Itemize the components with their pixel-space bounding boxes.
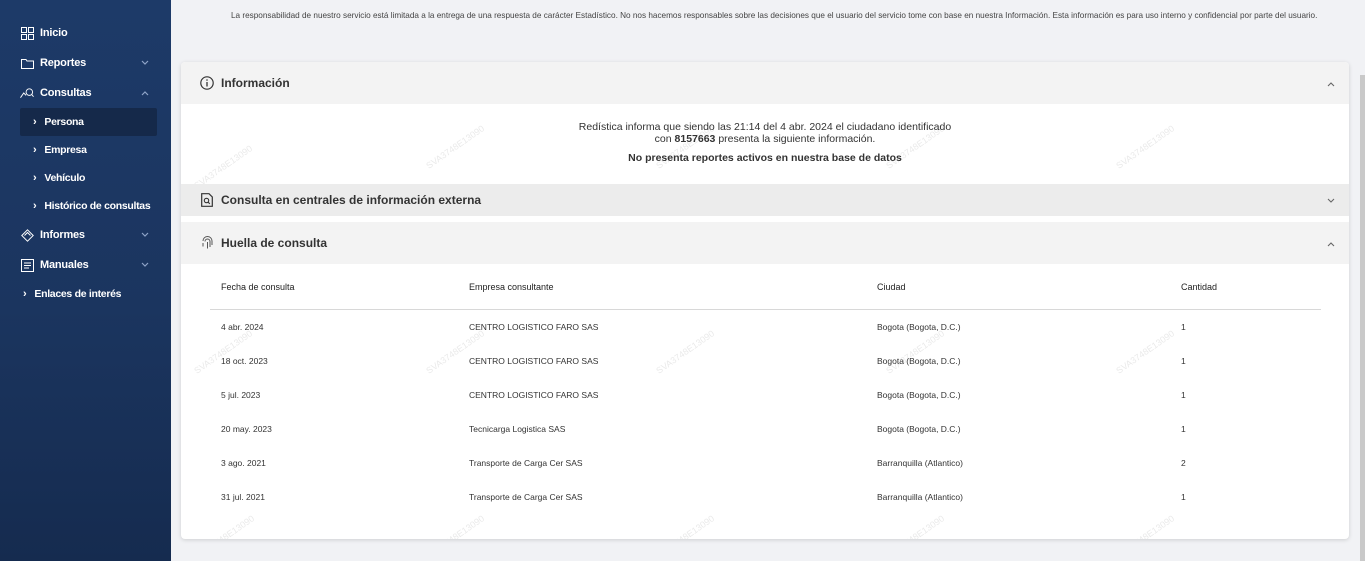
chevron-down-icon xyxy=(141,57,149,69)
sidebar-item-consultas[interactable]: Consultas xyxy=(0,78,171,108)
watermark: SVA3748E13090 xyxy=(654,513,717,539)
cell-empresa: CENTRO LOGISTICO FARO SAS xyxy=(469,356,599,366)
sidebar-item-informes[interactable]: Informes xyxy=(0,220,171,250)
table-row: 4 abr. 2024 CENTRO LOGISTICO FARO SAS Bo… xyxy=(210,310,1321,344)
sidebar-item-manuales[interactable]: Manuales xyxy=(0,250,171,280)
cell-cantidad: 1 xyxy=(1181,322,1186,332)
disclaimer-text: La responsabilidad de nuestro servicio e… xyxy=(231,11,1318,20)
sidebar-item-label: Reportes xyxy=(40,57,87,69)
column-header: Ciudad xyxy=(877,281,906,292)
chevron-up-icon[interactable] xyxy=(1327,236,1335,250)
sidebar-item-label: Inicio xyxy=(40,27,68,39)
sidebar-item-enlaces[interactable]: › Enlaces de interés xyxy=(0,280,171,308)
chevron-right-icon: › xyxy=(33,172,37,184)
sidebar-subitem-label: Histórico de consultas xyxy=(44,200,151,212)
huella-table: Fecha de consulta Empresa consultante Ci… xyxy=(210,264,1321,514)
info-section-body: Redística informa que siendo las 21:14 d… xyxy=(181,104,1349,184)
citizen-id: 8157663 xyxy=(674,133,716,145)
chevron-right-icon: › xyxy=(33,200,37,212)
cell-ciudad: Barranquilla (Atlantico) xyxy=(877,492,963,502)
sidebar-subitem-vehiculo[interactable]: › Vehículo xyxy=(0,164,171,192)
sidebar-item-label: Manuales xyxy=(40,259,89,271)
cell-empresa: Tecnicarga Logistica SAS xyxy=(469,424,566,434)
sidebar-subitem-historico[interactable]: › Histórico de consultas xyxy=(0,192,171,220)
cell-fecha: 5 jul. 2023 xyxy=(221,390,261,400)
cell-fecha: 18 oct. 2023 xyxy=(221,356,268,366)
sidebar-item-label: Consultas xyxy=(40,87,92,99)
table-header: Fecha de consulta Empresa consultante Ci… xyxy=(210,264,1321,310)
column-header: Fecha de consulta xyxy=(221,281,295,292)
cell-ciudad: Bogota (Bogota, D.C.) xyxy=(877,390,961,400)
sidebar-subitem-label: Empresa xyxy=(44,144,87,156)
cell-ciudad: Bogota (Bogota, D.C.) xyxy=(877,356,961,366)
huella-section-header[interactable]: Huella de consulta xyxy=(181,222,1349,264)
document-search-icon xyxy=(199,192,215,208)
table-row: 20 may. 2023 Tecnicarga Logistica SAS Bo… xyxy=(210,412,1321,446)
cell-fecha: 20 may. 2023 xyxy=(221,424,272,434)
chevron-down-icon xyxy=(141,259,149,271)
chevron-down-icon[interactable] xyxy=(1327,193,1335,207)
info-line-2-pre: con xyxy=(654,133,675,145)
sidebar-subitem-label: Vehículo xyxy=(44,172,86,184)
chevron-right-icon: › xyxy=(33,144,37,156)
cell-empresa: Transporte de Carga Cer SAS xyxy=(469,492,583,502)
sidebar-item-reportes[interactable]: Reportes xyxy=(0,48,171,78)
cell-empresa: Transporte de Carga Cer SAS xyxy=(469,458,583,468)
info-line-2: con 8157663 presenta la siguiente inform… xyxy=(181,133,1349,145)
chevron-up-icon[interactable] xyxy=(1327,76,1335,90)
cell-cantidad: 1 xyxy=(1181,492,1186,502)
info-status: No presenta reportes activos en nuestra … xyxy=(628,152,902,164)
column-header: Empresa consultante xyxy=(469,281,554,292)
cell-ciudad: Barranquilla (Atlantico) xyxy=(877,458,963,468)
grid-icon xyxy=(20,26,34,40)
sidebar-subitem-persona[interactable]: › Persona xyxy=(20,108,157,136)
sidebar-subitem-empresa[interactable]: › Empresa xyxy=(0,136,171,164)
folder-icon xyxy=(20,56,34,70)
cell-fecha: 4 abr. 2024 xyxy=(221,322,264,332)
results-card: SVA3748E13090 SVA3748E13090 SVA3748E1309… xyxy=(181,62,1349,539)
external-section-header[interactable]: Consulta en centrales de información ext… xyxy=(181,184,1349,216)
main-content: La responsabilidad de nuestro servicio e… xyxy=(171,0,1365,561)
watermark: SVA3748E13090 xyxy=(884,513,947,539)
cell-cantidad: 2 xyxy=(1181,458,1186,468)
external-section-title: Consulta en centrales de información ext… xyxy=(221,193,482,207)
cell-fecha: 31 jul. 2021 xyxy=(221,492,265,502)
chevron-right-icon: › xyxy=(23,288,27,300)
cell-cantidad: 1 xyxy=(1181,356,1186,366)
sidebar-subitem-label: Persona xyxy=(44,116,84,128)
cell-cantidad: 1 xyxy=(1181,424,1186,434)
watermark: SVA3748E13090 xyxy=(424,513,487,539)
diamond-icon xyxy=(20,228,34,242)
fingerprint-icon xyxy=(199,235,215,251)
cell-cantidad: 1 xyxy=(1181,390,1186,400)
table-row: 5 jul. 2023 CENTRO LOGISTICO FARO SAS Bo… xyxy=(210,378,1321,412)
huella-section-title: Huella de consulta xyxy=(221,236,328,250)
info-section-title: Información xyxy=(221,76,290,90)
table-row: 18 oct. 2023 CENTRO LOGISTICO FARO SAS B… xyxy=(210,344,1321,378)
sidebar-item-label: Enlaces de interés xyxy=(34,288,122,300)
info-icon xyxy=(199,75,215,91)
table-row: 3 ago. 2021 Transporte de Carga Cer SAS … xyxy=(210,446,1321,480)
watermark: SVA3748E13090 xyxy=(194,513,257,539)
table-row: 31 jul. 2021 Transporte de Carga Cer SAS… xyxy=(210,480,1321,514)
sidebar-item-inicio[interactable]: Inicio xyxy=(0,18,171,48)
cell-fecha: 3 ago. 2021 xyxy=(221,458,266,468)
sidebar: Inicio Reportes Consultas › Persona › Em… xyxy=(0,0,171,561)
scrollbar[interactable] xyxy=(1360,75,1365,561)
book-icon xyxy=(20,258,34,272)
search-chart-icon xyxy=(20,86,34,100)
chevron-right-icon: › xyxy=(33,116,37,128)
column-header: Cantidad xyxy=(1181,281,1218,292)
cell-ciudad: Bogota (Bogota, D.C.) xyxy=(877,322,961,332)
cell-ciudad: Bogota (Bogota, D.C.) xyxy=(877,424,961,434)
cell-empresa: CENTRO LOGISTICO FARO SAS xyxy=(469,322,599,332)
sidebar-item-label: Informes xyxy=(40,229,85,241)
info-section-header[interactable]: Información xyxy=(181,62,1349,104)
info-line-2-post: presenta la siguiente información. xyxy=(715,133,876,145)
watermark: SVA3748E13090 xyxy=(1114,513,1177,539)
chevron-up-icon xyxy=(141,87,149,99)
chevron-down-icon xyxy=(141,229,149,241)
cell-empresa: CENTRO LOGISTICO FARO SAS xyxy=(469,390,599,400)
info-line-1: Redística informa que siendo las 21:14 d… xyxy=(578,121,952,133)
